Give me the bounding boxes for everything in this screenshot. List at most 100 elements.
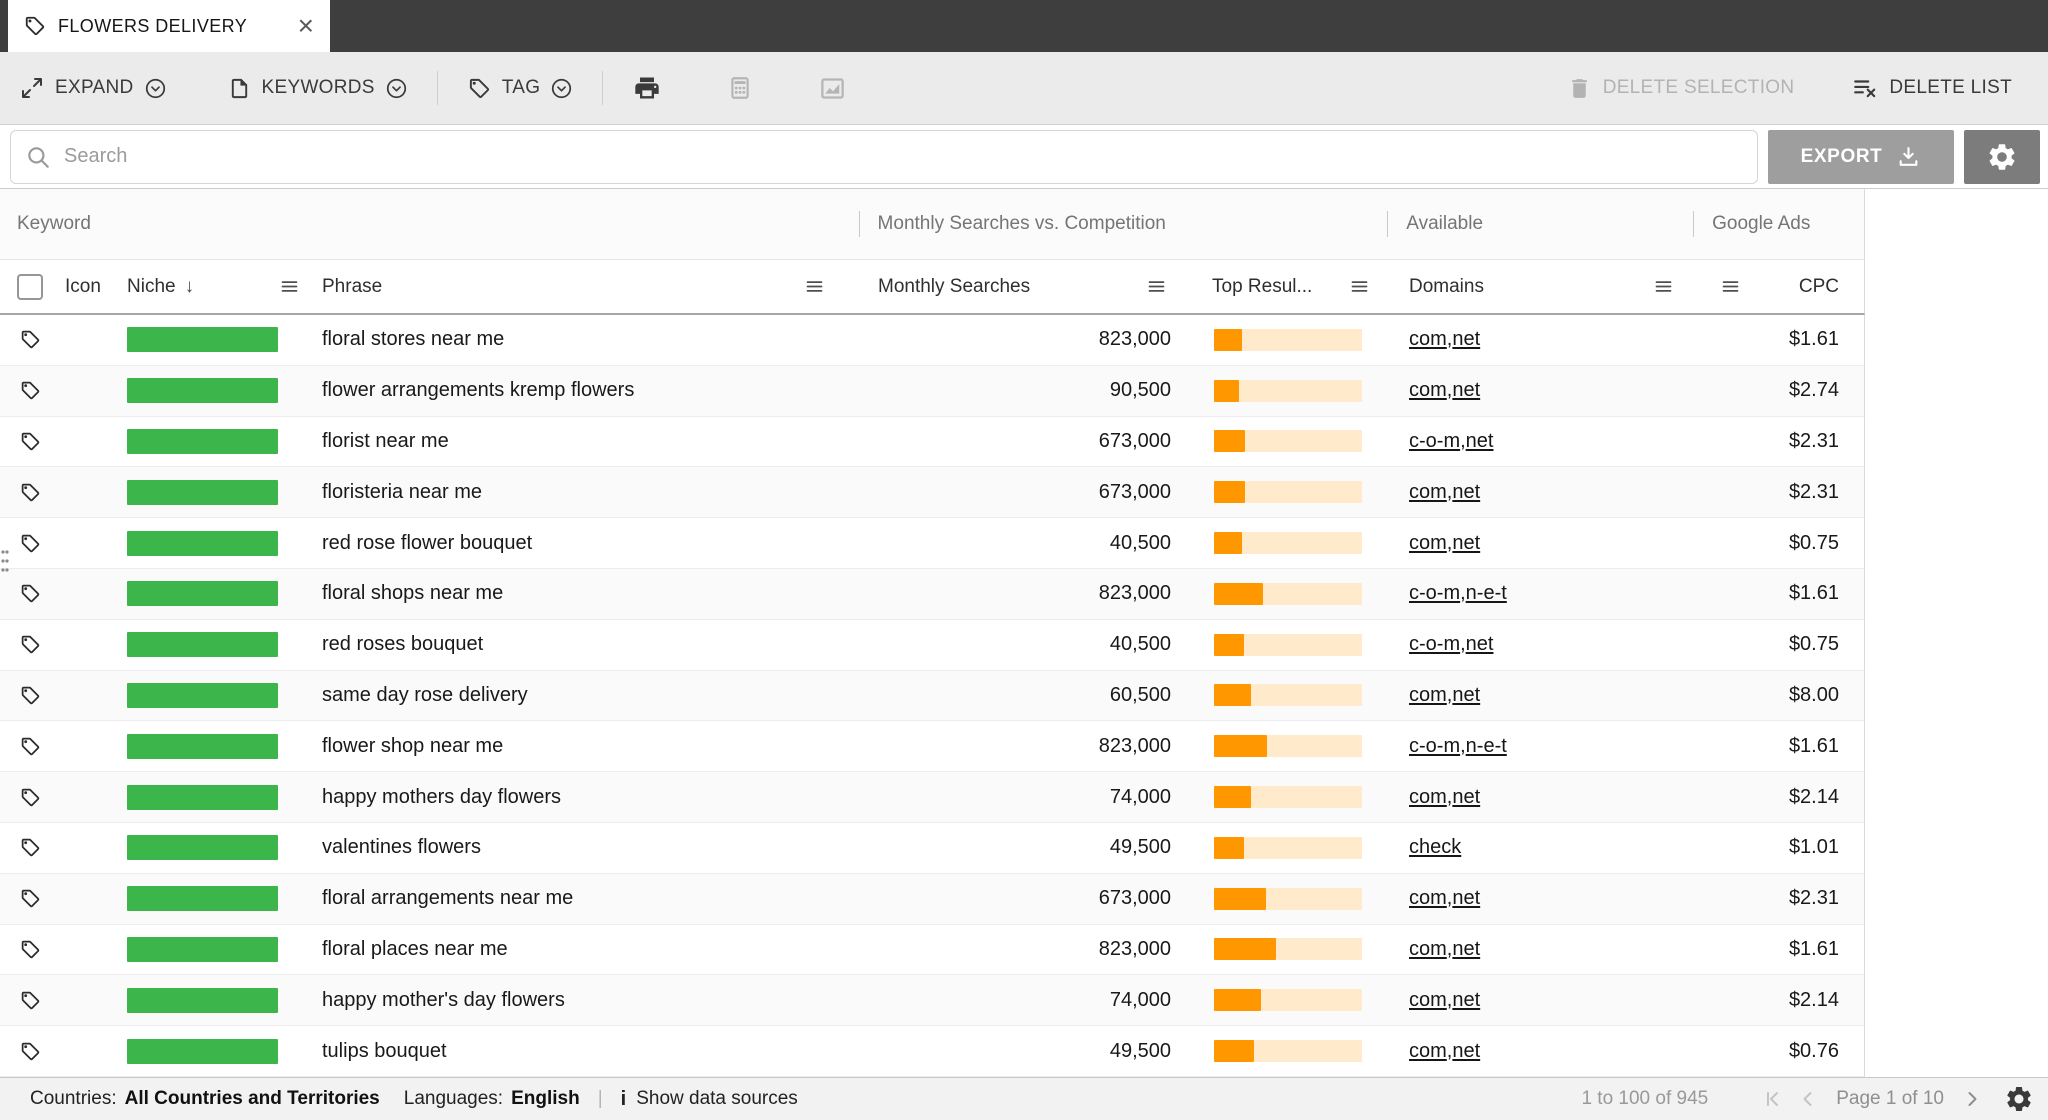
table-row[interactable]: red roses bouquet 40,500 c-o-m, net $0.7…	[0, 620, 1865, 671]
domain-link[interactable]: net	[1452, 938, 1480, 961]
domain-link[interactable]: check	[1409, 836, 1461, 859]
domain-link[interactable]: com	[1409, 684, 1447, 707]
domain-link[interactable]: net	[1452, 989, 1480, 1012]
languages-value: English	[511, 1088, 580, 1110]
row-icon-cell	[0, 1026, 59, 1076]
keyword-phrase[interactable]: red roses bouquet	[310, 620, 845, 670]
select-all-checkbox[interactable]	[17, 274, 43, 300]
prev-page-button[interactable]	[1796, 1087, 1820, 1111]
domain-link[interactable]: net	[1466, 430, 1494, 453]
export-button[interactable]: EXPORT	[1768, 130, 1954, 184]
delete-list-button[interactable]: DELETE LIST	[1852, 75, 2012, 101]
keyword-phrase[interactable]: flower arrangements kremp flowers	[310, 366, 845, 416]
delete-selection-button[interactable]: DELETE SELECTION	[1567, 76, 1795, 101]
domain-link[interactable]: net	[1452, 532, 1480, 555]
column-domains[interactable]: Domains	[1390, 260, 1700, 313]
domain-link[interactable]: com	[1409, 989, 1447, 1012]
column-top-results[interactable]: Top Resul...	[1185, 260, 1390, 313]
domain-link[interactable]: com	[1409, 786, 1447, 809]
table-row[interactable]: flower shop near me 823,000 c-o-m, n-e-t…	[0, 721, 1865, 772]
keyword-phrase[interactable]: red rose flower bouquet	[310, 518, 845, 568]
column-menu-icon[interactable]	[1349, 276, 1370, 297]
top-results-cell	[1185, 569, 1390, 619]
show-data-sources-link[interactable]: Show data sources	[636, 1088, 798, 1110]
chart-button[interactable]	[819, 75, 846, 102]
keyword-phrase[interactable]: valentines flowers	[310, 823, 845, 873]
column-menu-icon[interactable]	[1653, 276, 1674, 297]
table-row[interactable]: happy mothers day flowers 74,000 com, ne…	[0, 772, 1865, 823]
table-row[interactable]: floral stores near me 823,000 com, net $…	[0, 315, 1865, 366]
domain-link[interactable]: com	[1409, 532, 1447, 555]
column-niche[interactable]: Niche ↓	[118, 260, 310, 313]
domain-link[interactable]: net	[1452, 684, 1480, 707]
niche-bar	[127, 886, 278, 911]
domain-link[interactable]: com	[1409, 938, 1447, 961]
table-row[interactable]: tulips bouquet 49,500 com, net $0.76	[0, 1026, 1865, 1077]
table-row[interactable]: floral shops near me 823,000 c-o-m, n-e-…	[0, 569, 1865, 620]
search-input[interactable]	[64, 145, 1743, 168]
domain-link[interactable]: com	[1409, 1040, 1447, 1063]
keyword-phrase[interactable]: tulips bouquet	[310, 1026, 845, 1076]
domain-link[interactable]: c-o-m	[1409, 582, 1460, 605]
keyword-phrase[interactable]: florist near me	[310, 417, 845, 467]
tab-flowers-delivery[interactable]: FLOWERS DELIVERY ×	[8, 0, 330, 52]
expand-button[interactable]: EXPAND	[20, 76, 166, 100]
domain-link[interactable]: com	[1409, 481, 1447, 504]
domain-link[interactable]: net	[1466, 633, 1494, 656]
settings-button[interactable]	[1964, 130, 2040, 184]
domain-link[interactable]: com	[1409, 379, 1447, 402]
countries-label: Countries:	[30, 1088, 117, 1110]
table-row[interactable]: flower arrangements kremp flowers 90,500…	[0, 366, 1865, 417]
domain-link[interactable]: n-e-t	[1466, 735, 1507, 758]
keyword-phrase[interactable]: floristeria near me	[310, 467, 845, 517]
domain-link[interactable]: c-o-m	[1409, 430, 1460, 453]
domain-link[interactable]: net	[1452, 887, 1480, 910]
table-row[interactable]: valentines flowers 49,500 check $1.01	[0, 823, 1865, 874]
domain-link[interactable]: com	[1409, 887, 1447, 910]
domain-link[interactable]: net	[1452, 379, 1480, 402]
next-page-button[interactable]	[1960, 1087, 1984, 1111]
keyword-phrase[interactable]: floral shops near me	[310, 569, 845, 619]
tag-button[interactable]: TAG	[468, 77, 573, 100]
print-button[interactable]	[633, 74, 661, 102]
keyword-phrase[interactable]: floral arrangements near me	[310, 874, 845, 924]
close-tab-icon[interactable]: ×	[298, 12, 314, 40]
column-menu-icon[interactable]	[804, 276, 825, 297]
footer-settings-button[interactable]	[2004, 1084, 2034, 1114]
table-row[interactable]: happy mother's day flowers 74,000 com, n…	[0, 975, 1865, 1026]
table-row[interactable]: floristeria near me 673,000 com, net $2.…	[0, 467, 1865, 518]
table-row[interactable]: floral places near me 823,000 com, net $…	[0, 925, 1865, 976]
column-phrase[interactable]: Phrase	[310, 260, 845, 313]
icon-cell	[59, 315, 118, 365]
keyword-phrase[interactable]: happy mother's day flowers	[310, 975, 845, 1025]
domain-link[interactable]: c-o-m	[1409, 633, 1460, 656]
domain-link[interactable]: net	[1452, 328, 1480, 351]
keyword-phrase[interactable]: flower shop near me	[310, 721, 845, 771]
competition-bar-fill	[1214, 989, 1261, 1011]
column-monthly-searches[interactable]: Monthly Searches	[845, 260, 1185, 313]
keyword-phrase[interactable]: same day rose delivery	[310, 671, 845, 721]
column-menu-icon[interactable]	[279, 276, 300, 297]
calculator-button[interactable]	[727, 75, 753, 101]
column-menu-icon[interactable]	[1720, 276, 1741, 297]
keywords-button[interactable]: KEYWORDS	[228, 77, 407, 100]
domain-link[interactable]: n-e-t	[1466, 582, 1507, 605]
keyword-phrase[interactable]: floral stores near me	[310, 315, 845, 365]
first-page-button[interactable]	[1760, 1087, 1784, 1111]
languages-label: Languages:	[404, 1088, 503, 1110]
niche-bar	[127, 785, 278, 810]
domain-link[interactable]: net	[1452, 786, 1480, 809]
keyword-phrase[interactable]: floral places near me	[310, 925, 845, 975]
table-row[interactable]: same day rose delivery 60,500 com, net $…	[0, 671, 1865, 722]
keyword-phrase[interactable]: happy mothers day flowers	[310, 772, 845, 822]
domain-link[interactable]: c-o-m	[1409, 735, 1460, 758]
domain-link[interactable]: net	[1452, 1040, 1480, 1063]
column-menu-icon[interactable]	[1146, 276, 1167, 297]
domain-link[interactable]: net	[1452, 481, 1480, 504]
column-cpc[interactable]: CPC	[1700, 260, 1865, 313]
table-row[interactable]: florist near me 673,000 c-o-m, net $2.31	[0, 417, 1865, 468]
table-row[interactable]: floral arrangements near me 673,000 com,…	[0, 874, 1865, 925]
domain-link[interactable]: com	[1409, 328, 1447, 351]
table-row[interactable]: red rose flower bouquet 40,500 com, net …	[0, 518, 1865, 569]
column-drag-handle[interactable]	[0, 548, 10, 579]
